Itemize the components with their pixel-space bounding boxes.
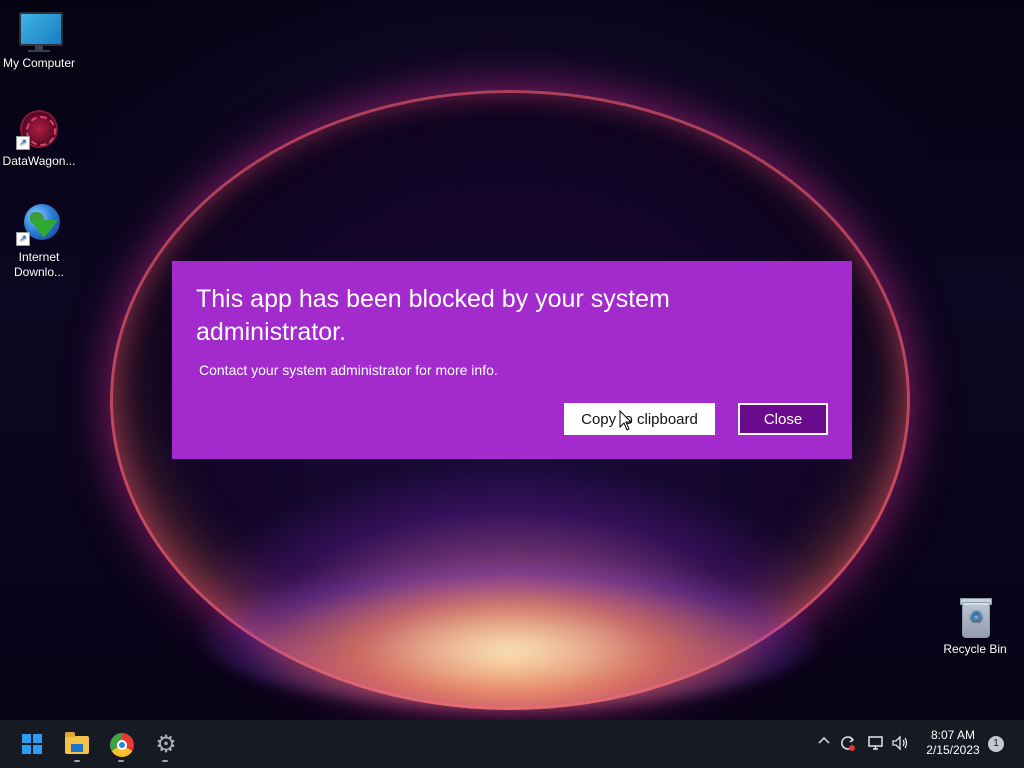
settings-icon: ⚙: [155, 731, 177, 758]
running-indicator: [118, 760, 124, 762]
running-indicator: [74, 760, 80, 762]
recycle-bin-icon: ♻: [952, 596, 998, 638]
datawagon-icon: ↗: [16, 108, 62, 150]
dialog-message: Contact your system administrator for mo…: [199, 362, 498, 378]
mouse-cursor-icon: [619, 410, 633, 431]
taskbar-chrome[interactable]: [103, 726, 139, 762]
start-button[interactable]: [14, 726, 50, 762]
desktop-icon-label: Recycle Bin: [943, 642, 1007, 656]
desktop-icon-internet-download-manager[interactable]: ↗ Internet Downlo...: [0, 204, 78, 280]
internet-download-manager-icon: ↗: [16, 204, 62, 246]
desktop-icon-label: My Computer: [2, 56, 76, 70]
desktop-icon-label: DataWagon...: [2, 154, 76, 168]
monitor-icon: [16, 10, 63, 52]
volume-icon: [892, 735, 908, 751]
taskbar: ⚙ 8:07 AM 2/15/2023 1: [0, 720, 1024, 768]
desktop-icon-label: Downlo...: [13, 265, 65, 279]
close-button[interactable]: Close: [738, 403, 828, 435]
shortcut-arrow-icon: ↗: [16, 136, 30, 150]
wallpaper-glow: [200, 560, 820, 710]
dialog-title: This app has been blocked by your system…: [196, 285, 670, 346]
running-indicator: [162, 760, 168, 762]
desktop-icon-recycle-bin[interactable]: ♻ Recycle Bin: [936, 596, 1014, 657]
volume-button[interactable]: [890, 734, 910, 756]
desktop-icon-my-computer[interactable]: My Computer: [0, 10, 78, 71]
clock-date: 2/15/2023: [926, 743, 980, 757]
chevron-up-icon: [818, 736, 830, 744]
network-icon: [868, 736, 883, 750]
desktop-icon-datawagon[interactable]: ↗ DataWagon...: [0, 108, 78, 169]
file-explorer-icon: [65, 732, 89, 754]
taskbar-settings[interactable]: ⚙: [147, 726, 183, 762]
show-hidden-icons-button[interactable]: [816, 734, 832, 752]
desktop-icon-label: Internet: [18, 250, 60, 264]
blocked-app-dialog: This app has been blocked by your system…: [172, 261, 852, 459]
start-icon: [22, 734, 42, 754]
copy-to-clipboard-button[interactable]: Copy to clipboard: [564, 403, 715, 435]
taskbar-file-explorer[interactable]: [59, 726, 95, 762]
notification-badge[interactable]: 1: [988, 736, 1004, 752]
chrome-icon: [110, 733, 134, 757]
clock-button[interactable]: 8:07 AM 2/15/2023: [918, 728, 988, 758]
network-button[interactable]: [866, 734, 886, 756]
shortcut-arrow-icon: ↗: [16, 232, 30, 246]
sync-status-button[interactable]: [838, 734, 858, 756]
clock-time: 8:07 AM: [930, 728, 976, 742]
sync-icon: [841, 736, 855, 751]
